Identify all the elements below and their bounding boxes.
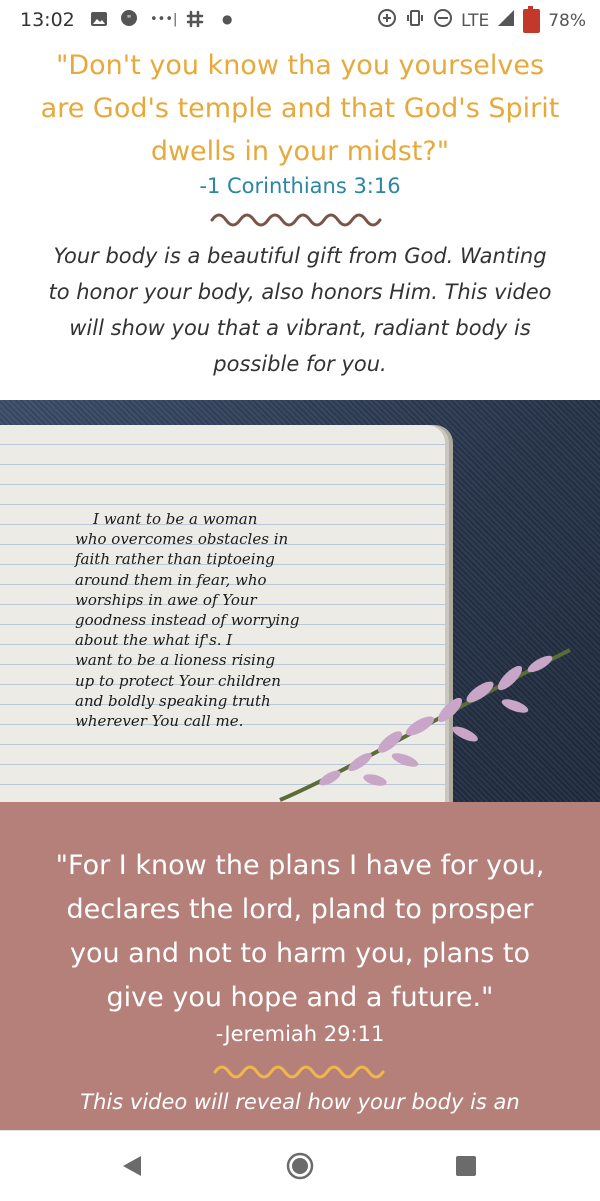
home-button[interactable] — [285, 1151, 315, 1181]
quote-line: "Don't you know tha you yourselves — [55, 50, 545, 81]
journal-photo: I want to be a woman who overcomes obsta… — [0, 400, 600, 802]
quote-line: declares the lord, pland to prosper — [66, 894, 534, 925]
scripture-quote: "Don't you know tha you yourselves are G… — [0, 44, 600, 173]
status-bar: 13:02 " •••| ● LTE 78% — [0, 0, 600, 40]
promise-section: "For I know the plans I have for you, de… — [0, 802, 600, 1132]
back-triangle-icon — [123, 1156, 141, 1176]
quote-line: are God's temple and that God's Spirit — [40, 93, 560, 124]
squiggle-divider — [213, 1065, 385, 1079]
scripture-reference: -1 Corinthians 3:16 — [199, 174, 401, 198]
quote-line: "For I know the plans I have for you, — [55, 850, 545, 881]
quote-line: dwells in your midst?" — [150, 136, 450, 167]
battery-label: 78% — [548, 10, 586, 31]
battery-icon — [523, 5, 541, 33]
network-label: LTE — [460, 10, 490, 31]
handwritten-line: I want to be a woman — [93, 510, 258, 528]
vibrate-icon — [405, 8, 425, 33]
gallery-icon — [90, 8, 108, 30]
quote-line: give you hope and a future." — [106, 982, 494, 1013]
recents-button[interactable] — [451, 1151, 481, 1181]
navigation-bar — [0, 1130, 600, 1201]
quote-line: you and not to harm you, plans to — [69, 938, 531, 969]
jeremiah-quote: "For I know the plans I have for you, de… — [0, 844, 600, 1020]
handwritten-line: worships in awe of Your — [75, 590, 257, 609]
scripture-reference: -Jeremiah 29:11 — [215, 1022, 385, 1046]
teaser-text: This video will reveal how your body is … — [80, 1090, 520, 1114]
slack-icon — [186, 8, 204, 30]
signal-icon — [497, 9, 515, 32]
squiggle-divider — [210, 213, 382, 227]
intro-line: possible for you. — [213, 352, 387, 376]
lavender-sprig — [279, 648, 571, 802]
more-notifications-icon: •••| — [150, 11, 178, 27]
svg-text:": " — [127, 14, 132, 25]
handwritten-line: who overcomes obstacles in — [75, 530, 289, 549]
dot-icon: ● — [222, 12, 233, 26]
intro-line: will show you that a vibrant, radiant bo… — [69, 316, 531, 340]
intro-line: to honor your body, also honors Him. Thi… — [48, 280, 552, 304]
handwritten-line: goodness instead of worrying — [75, 611, 300, 630]
handwritten-line: around them in fear, who — [75, 570, 267, 589]
intro-line: Your body is a beautiful gift from God. … — [53, 244, 547, 268]
dnd-icon — [433, 8, 453, 33]
handwritten-line: faith rather than tiptoeing — [75, 550, 275, 569]
clock: 13:02 — [20, 9, 75, 31]
intro-paragraph: Your body is a beautiful gift from God. … — [20, 238, 580, 382]
data-saver-icon — [377, 8, 397, 33]
recents-square-icon — [456, 1156, 476, 1176]
home-circle-icon — [286, 1152, 314, 1180]
back-button[interactable] — [117, 1151, 147, 1181]
message-icon: " — [120, 8, 138, 30]
